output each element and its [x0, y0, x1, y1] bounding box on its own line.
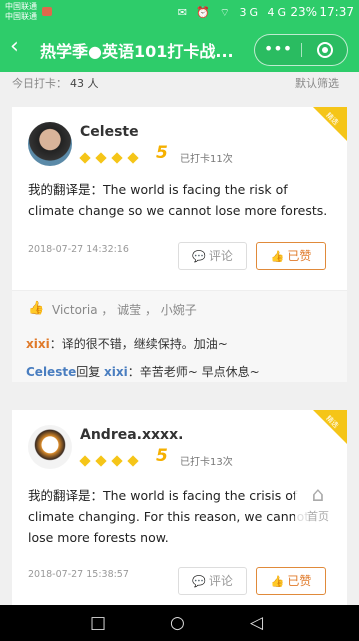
diamond-icon — [95, 152, 107, 164]
comment-author[interactable]: Celeste — [26, 365, 76, 379]
post-text: 我的翻译是：The world is facing the crisis of … — [28, 488, 310, 545]
miniprogram-capsule: ••• — [254, 34, 348, 66]
post-timestamp: 2018-07-27 15:38:57 — [28, 569, 129, 580]
back-nav-icon[interactable]: ◁ — [250, 613, 263, 633]
diamond-icon — [79, 152, 91, 164]
diamond-icon — [111, 455, 123, 467]
featured-badge: 精选 — [313, 410, 347, 444]
more-icon: ••• — [263, 39, 293, 58]
comment-item[interactable]: xixi：译的很不错，继续保持。加油~ — [26, 335, 228, 352]
carrier-text: 中国联通 中国联通 — [5, 2, 37, 22]
thumbs-up-icon: 👍 — [270, 575, 285, 588]
status-bar: 中国联通 中国联通 ✉ ⏰ ⌔ 3G 4G 23% 17:37 — [0, 0, 359, 26]
checkin-summary: 今日打卡： 43 人 默认筛选 — [0, 72, 359, 92]
likes-list: 👍 Victoria ， 诚莹 ， 小婉子 — [12, 290, 347, 326]
comment-icon: 💬 — [192, 575, 206, 588]
clock: 17:37 — [319, 5, 354, 19]
like-button[interactable]: 👍 已赞 — [256, 242, 326, 270]
level-number: 5 — [156, 446, 168, 466]
comment-icon: 💬 — [192, 250, 206, 263]
featured-badge: 精选 — [313, 107, 347, 141]
rank-gems — [79, 451, 144, 467]
message-icon: ✉ — [177, 6, 190, 19]
comment-button[interactable]: 💬 评论 — [178, 567, 247, 595]
home-label: 首页 — [307, 510, 329, 523]
rank-gems — [79, 148, 144, 164]
title-bar: ‹ 热学季●英语101打卡战... ••• — [0, 26, 359, 72]
avatar[interactable] — [28, 425, 72, 469]
post-text: 我的翻译是：The world is facing the risk of cl… — [28, 182, 328, 218]
checkin-label: 今日打卡： — [12, 77, 67, 90]
comments-list: xixi：译的很不错，继续保持。加油~ Celeste回复 xixi：辛苦老师~… — [12, 326, 347, 382]
thumbs-up-icon: 👍 — [28, 301, 45, 316]
liker-names[interactable]: Victoria ， 诚莹 ， 小婉子 — [52, 301, 197, 318]
post-timestamp: 2018-07-27 14:32:16 — [28, 244, 129, 255]
reply-target[interactable]: xixi — [104, 365, 128, 379]
user-name[interactable]: Andrea.xxxx. — [80, 427, 183, 443]
checkin-count-text: 已打卡13次 — [180, 457, 233, 468]
post-card: 精选 Celeste 5 已打卡11次 我的翻译是：The world is f… — [12, 107, 347, 290]
recent-apps-icon[interactable]: □ — [90, 613, 106, 633]
reply-word: 回复 — [76, 365, 105, 379]
alarm-icon: ⏰ — [196, 6, 214, 19]
carrier-bottom: 中国联通 — [5, 12, 37, 21]
like-button[interactable]: 👍 已赞 — [256, 567, 326, 595]
comment-text: ：辛苦老师~ 早点休息~ — [127, 365, 260, 379]
thumbs-up-icon: 👍 — [270, 250, 285, 263]
home-nav-icon[interactable]: ○ — [170, 613, 185, 633]
chevron-left-icon: ‹ — [10, 34, 19, 59]
home-icon: ⌂ — [311, 482, 325, 506]
system-nav-bar: □ ○ ◁ — [0, 605, 359, 641]
level-number: 5 — [156, 143, 168, 163]
page-title: 热学季●英语101打卡战... — [40, 42, 234, 61]
filter-dropdown[interactable]: 默认筛选 — [295, 75, 339, 91]
notification-icon — [42, 7, 52, 16]
capsule-divider — [301, 43, 302, 57]
more-button[interactable]: ••• — [255, 35, 301, 65]
diamond-icon — [95, 455, 107, 467]
wifi-icon: ⌔ — [219, 6, 233, 19]
avatar[interactable] — [28, 122, 72, 166]
carrier-top: 中国联通 — [5, 2, 37, 11]
comment-item[interactable]: Celeste回复 xixi：辛苦老师~ 早点休息~ — [26, 363, 260, 380]
diamond-icon — [127, 455, 139, 467]
comment-button[interactable]: 💬 评论 — [178, 242, 247, 270]
checkin-count-text: 已打卡11次 — [180, 154, 233, 165]
diamond-icon — [111, 152, 123, 164]
signal-icons: ✉ ⏰ ⌔ 3G 4G — [178, 6, 289, 20]
user-name[interactable]: Celeste — [80, 124, 139, 140]
close-miniprogram-icon[interactable] — [317, 42, 333, 58]
battery-level: 23% — [290, 5, 317, 19]
home-button[interactable]: ⌂ 首页 — [295, 476, 341, 534]
diamond-icon — [79, 455, 91, 467]
back-button[interactable]: ‹ — [10, 36, 32, 60]
checkin-count: 43 人 — [70, 77, 99, 90]
diamond-icon — [127, 152, 139, 164]
comment-author[interactable]: xixi — [26, 337, 50, 351]
comment-text: ：译的很不错，继续保持。加油~ — [49, 337, 228, 351]
signal-icon: 3G 4G — [239, 6, 289, 19]
